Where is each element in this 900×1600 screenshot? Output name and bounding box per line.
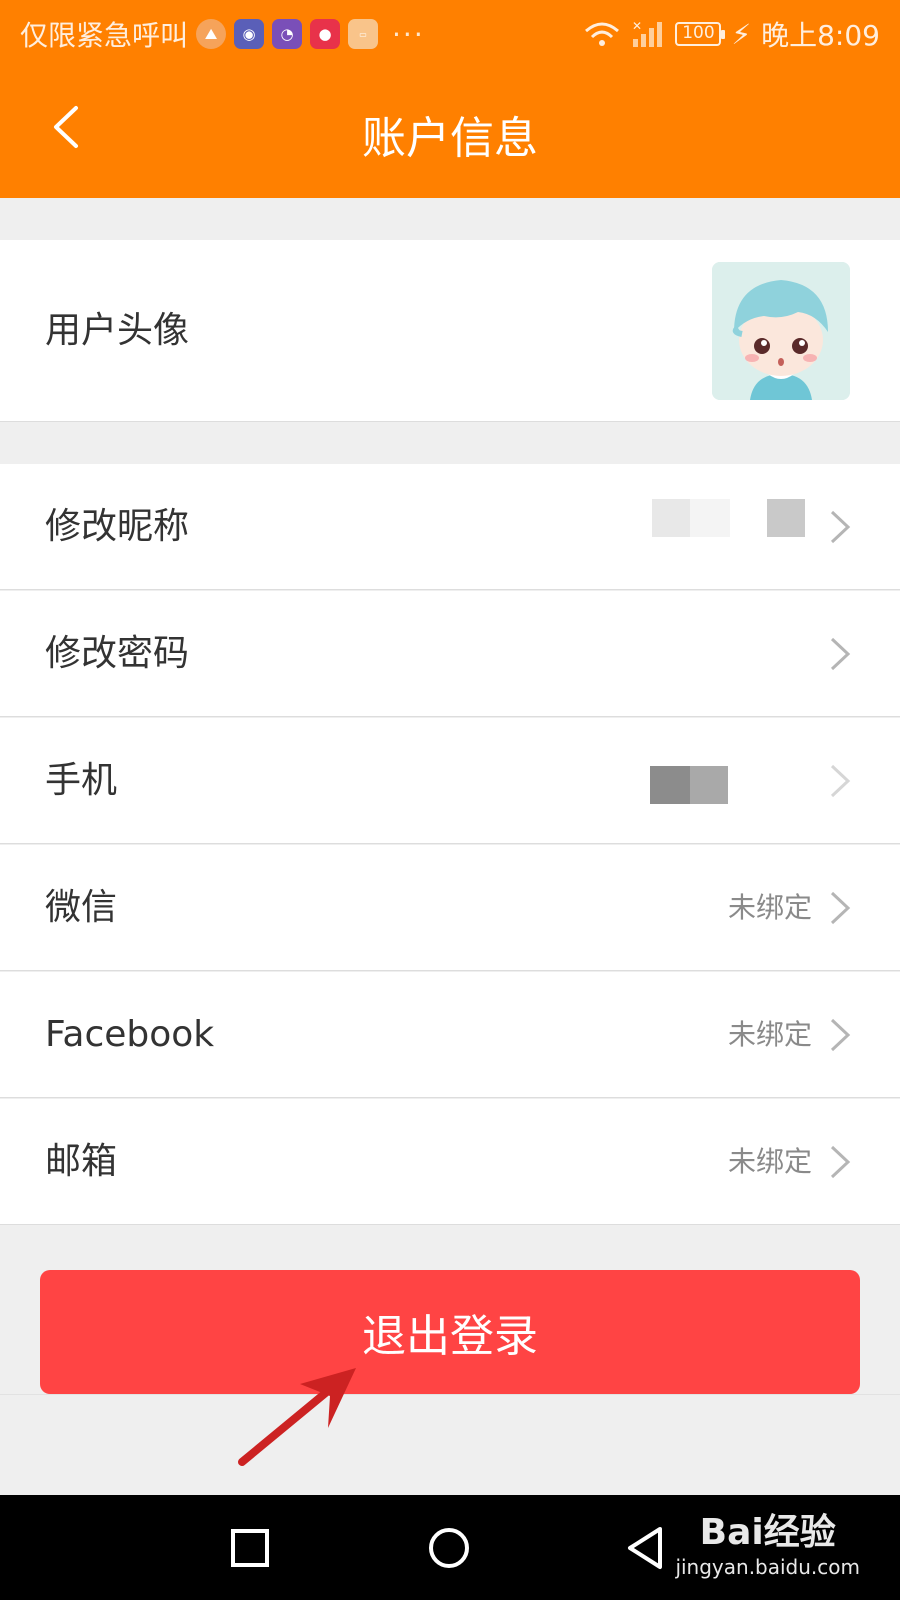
- nickname-value-redacted: [652, 499, 690, 537]
- status-left: 仅限紧急呼叫 ⛰ ◉ ◔ ● ▭ ···: [20, 14, 425, 54]
- recent-apps-icon[interactable]: [225, 1523, 275, 1573]
- logout-area: 退出登录: [0, 1224, 900, 1394]
- wechat-label: 微信: [45, 887, 118, 928]
- nickname-value-redacted-2: [690, 499, 730, 537]
- home-icon[interactable]: [424, 1523, 474, 1573]
- avatar-label: 用户头像: [45, 310, 190, 351]
- chevron-right-icon: [830, 764, 851, 798]
- page-title: 账户信息: [362, 113, 538, 164]
- logout-button[interactable]: 退出登录: [40, 1270, 860, 1394]
- phone-label: 手机: [45, 760, 118, 801]
- avatar-image: [712, 262, 850, 400]
- status-bar: 仅限紧急呼叫 ⛰ ◉ ◔ ● ▭ ··· ✕ 100 ⚡ 晚上8:09: [0, 0, 900, 62]
- facebook-row[interactable]: Facebook 未绑定: [0, 972, 900, 1098]
- baidu-watermark: Bai经验 jingyan.baidu.com: [675, 1503, 860, 1579]
- system-nav-bar: Bai经验 jingyan.baidu.com: [0, 1495, 900, 1600]
- bulb-notification-icon: ◉: [234, 19, 265, 49]
- chevron-right-icon: [830, 891, 851, 925]
- nickname-value-redacted-3: [767, 499, 805, 537]
- phone-row[interactable]: 手机: [0, 718, 900, 844]
- email-status: 未绑定: [727, 1145, 812, 1178]
- facebook-label: Facebook: [45, 1014, 215, 1055]
- bird-notification-icon: ●: [310, 19, 341, 49]
- wechat-status: 未绑定: [727, 891, 812, 924]
- password-row[interactable]: 修改密码: [0, 591, 900, 717]
- status-right: ✕ 100 ⚡ 晚上8:09: [583, 14, 880, 54]
- app-header: 仅限紧急呼叫 ⛰ ◉ ◔ ● ▭ ··· ✕ 100 ⚡ 晚上8:09 账户信息: [0, 0, 900, 198]
- divider: [0, 1394, 900, 1395]
- watermark-main: Bai经验: [699, 1512, 836, 1553]
- annotation-arrow-icon: [238, 1368, 356, 1466]
- avatar-row[interactable]: 用户头像: [0, 240, 900, 422]
- store-notification-icon: ▭: [348, 19, 379, 49]
- chevron-right-icon: [830, 1018, 851, 1052]
- chart-notification-icon: ◔: [272, 19, 303, 49]
- avatar[interactable]: [712, 262, 850, 400]
- facebook-status: 未绑定: [727, 1018, 812, 1051]
- app-notification-icon: ⛰: [196, 19, 227, 49]
- wifi-icon: [585, 22, 620, 46]
- watermark-sub: jingyan.baidu.com: [675, 1555, 860, 1579]
- phone-value-redacted: [650, 766, 690, 804]
- nickname-row[interactable]: 修改昵称: [0, 464, 900, 590]
- status-time: 晚上8:09: [761, 19, 880, 52]
- password-label: 修改密码: [45, 633, 190, 674]
- chevron-right-icon: [830, 1145, 851, 1179]
- chevron-right-icon: [830, 637, 851, 671]
- carrier-text: 仅限紧急呼叫: [20, 19, 189, 52]
- phone-value-redacted-2: [690, 766, 728, 804]
- more-notifications-icon: ···: [392, 17, 425, 51]
- nickname-label: 修改昵称: [45, 506, 190, 547]
- back-triangle-icon[interactable]: [622, 1523, 672, 1573]
- chevron-right-icon: [830, 510, 851, 544]
- nav-bar: 账户信息: [0, 62, 900, 198]
- logout-label: 退出登录: [362, 1311, 538, 1362]
- battery-icon: 100: [675, 22, 726, 46]
- wechat-row[interactable]: 微信 未绑定: [0, 845, 900, 971]
- signal-icon: ✕: [632, 19, 663, 47]
- charging-icon: ⚡: [731, 17, 752, 51]
- email-row[interactable]: 邮箱 未绑定: [0, 1099, 900, 1225]
- email-label: 邮箱: [45, 1141, 118, 1182]
- svg-text:✕: ✕: [632, 19, 642, 33]
